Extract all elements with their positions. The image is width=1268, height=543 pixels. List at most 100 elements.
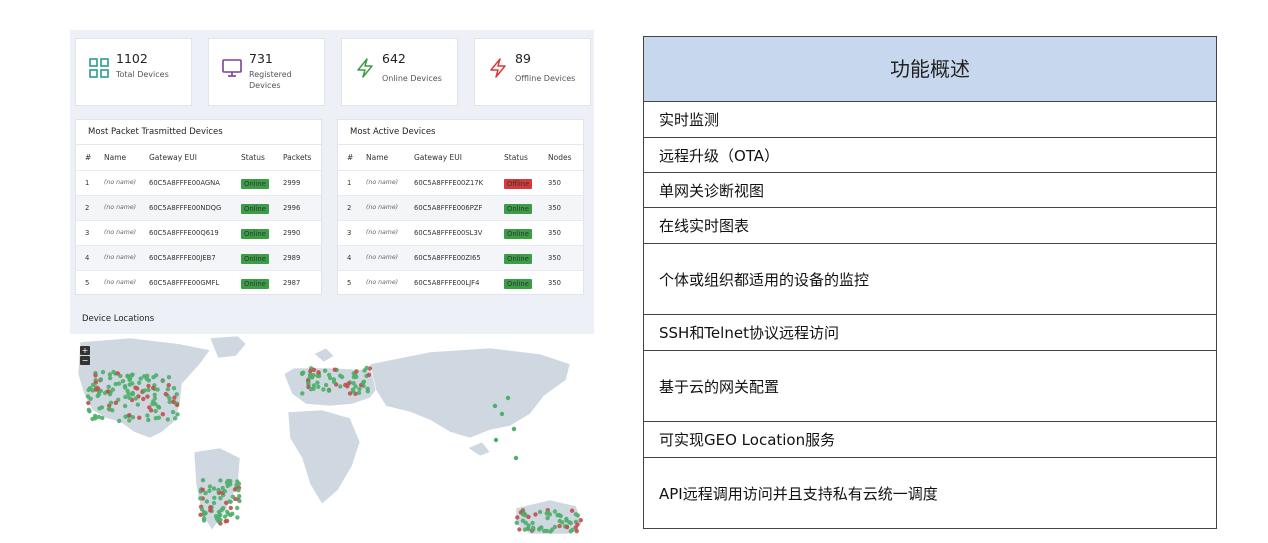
device-marker[interactable]	[113, 400, 119, 405]
device-marker[interactable]	[172, 395, 177, 400]
device-marker[interactable]	[362, 368, 367, 373]
column-header[interactable]: Packets	[283, 153, 311, 162]
device-marker[interactable]	[170, 409, 176, 415]
device-marker[interactable]	[137, 415, 142, 420]
device-marker[interactable]	[568, 520, 573, 526]
device-marker[interactable]	[127, 395, 132, 400]
device-marker[interactable]	[236, 488, 241, 493]
device-marker[interactable]	[538, 526, 543, 531]
device-marker[interactable]	[199, 507, 205, 512]
device-marker[interactable]	[322, 368, 328, 373]
device-marker[interactable]	[493, 437, 499, 443]
device-marker[interactable]	[211, 486, 217, 491]
device-marker[interactable]	[156, 404, 161, 409]
device-marker[interactable]	[216, 487, 221, 493]
device-marker[interactable]	[530, 520, 535, 526]
device-marker[interactable]	[531, 527, 536, 532]
device-marker[interactable]	[569, 508, 575, 513]
device-marker[interactable]	[125, 373, 130, 378]
column-header[interactable]: Gateway EUI	[149, 153, 197, 162]
table-row[interactable]: 3 (no name) 60C5A8FFFE00SL3V Online 350	[338, 220, 583, 245]
device-marker[interactable]	[151, 385, 156, 391]
device-marker[interactable]	[165, 387, 171, 392]
device-marker[interactable]	[146, 417, 151, 423]
device-marker[interactable]	[517, 527, 522, 532]
device-marker[interactable]	[171, 386, 177, 391]
device-marker[interactable]	[85, 394, 91, 399]
column-header[interactable]: #	[347, 153, 353, 162]
device-marker[interactable]	[564, 518, 569, 523]
device-marker[interactable]	[204, 499, 210, 504]
device-marker[interactable]	[86, 400, 91, 406]
column-header[interactable]: Gateway EUI	[414, 153, 462, 162]
device-marker[interactable]	[225, 509, 230, 514]
device-marker[interactable]	[235, 479, 240, 484]
device-marker[interactable]	[171, 399, 176, 404]
device-marker[interactable]	[117, 418, 122, 424]
device-marker[interactable]	[141, 396, 146, 402]
device-marker[interactable]	[511, 426, 517, 432]
device-marker[interactable]	[198, 512, 203, 517]
table-row[interactable]: 1 (no name) 60C5A8FFFE00AGNA Online 2999	[76, 170, 321, 195]
device-marker[interactable]	[87, 409, 92, 414]
device-marker[interactable]	[526, 514, 531, 520]
device-marker[interactable]	[166, 383, 171, 388]
device-marker[interactable]	[515, 515, 520, 520]
device-marker[interactable]	[505, 395, 511, 401]
device-marker[interactable]	[133, 396, 139, 401]
device-marker[interactable]	[343, 382, 348, 388]
device-marker[interactable]	[230, 494, 236, 499]
device-marker[interactable]	[216, 513, 222, 519]
device-marker[interactable]	[152, 396, 158, 401]
device-marker[interactable]	[120, 379, 126, 384]
device-marker[interactable]	[207, 484, 213, 489]
device-marker[interactable]	[100, 369, 106, 375]
table-row[interactable]: 1 (no name) 60C5A8FFFE00Z17K Offline 350	[338, 170, 583, 195]
device-marker[interactable]	[123, 414, 128, 419]
device-marker[interactable]	[106, 406, 112, 412]
device-marker[interactable]	[357, 386, 362, 392]
device-marker[interactable]	[130, 392, 135, 397]
stat-card-offline[interactable]: 89 Offline Devices	[474, 38, 591, 106]
device-marker[interactable]	[203, 510, 208, 516]
device-marker[interactable]	[123, 394, 128, 400]
column-header[interactable]: #	[85, 153, 91, 162]
device-marker[interactable]	[316, 370, 321, 375]
device-marker[interactable]	[300, 371, 305, 377]
device-marker[interactable]	[110, 387, 116, 392]
device-marker[interactable]	[145, 413, 150, 418]
device-marker[interactable]	[331, 379, 337, 385]
table-row[interactable]: 4 (no name) 60C5A8FFFE00JEB7 Online 2989	[76, 245, 321, 270]
device-marker[interactable]	[142, 388, 147, 393]
device-marker[interactable]	[201, 518, 207, 523]
device-marker[interactable]	[361, 380, 366, 385]
device-marker[interactable]	[160, 378, 165, 384]
device-marker[interactable]	[235, 515, 240, 520]
device-marker[interactable]	[235, 505, 240, 511]
device-marker[interactable]	[315, 380, 320, 385]
device-marker[interactable]	[198, 496, 203, 501]
device-marker[interactable]	[216, 509, 222, 515]
device-marker[interactable]	[146, 387, 151, 393]
device-map[interactable]: + −	[70, 334, 594, 536]
device-marker[interactable]	[513, 455, 519, 461]
device-marker[interactable]	[237, 494, 242, 499]
device-marker[interactable]	[351, 374, 357, 380]
device-marker[interactable]	[95, 386, 101, 391]
device-marker[interactable]	[300, 391, 305, 396]
device-marker[interactable]	[366, 372, 372, 378]
device-marker[interactable]	[323, 382, 329, 388]
device-marker[interactable]	[165, 417, 170, 422]
device-marker[interactable]	[353, 384, 358, 389]
device-marker[interactable]	[86, 387, 91, 393]
device-marker[interactable]	[122, 403, 128, 409]
stat-card-total[interactable]: 1102 Total Devices	[75, 38, 192, 106]
device-marker[interactable]	[338, 373, 343, 378]
device-marker[interactable]	[321, 387, 326, 392]
device-marker[interactable]	[127, 377, 132, 382]
device-marker[interactable]	[556, 512, 562, 518]
column-header[interactable]: Status	[241, 153, 265, 162]
device-marker[interactable]	[108, 400, 114, 405]
device-marker[interactable]	[514, 520, 519, 525]
device-marker[interactable]	[133, 385, 138, 390]
